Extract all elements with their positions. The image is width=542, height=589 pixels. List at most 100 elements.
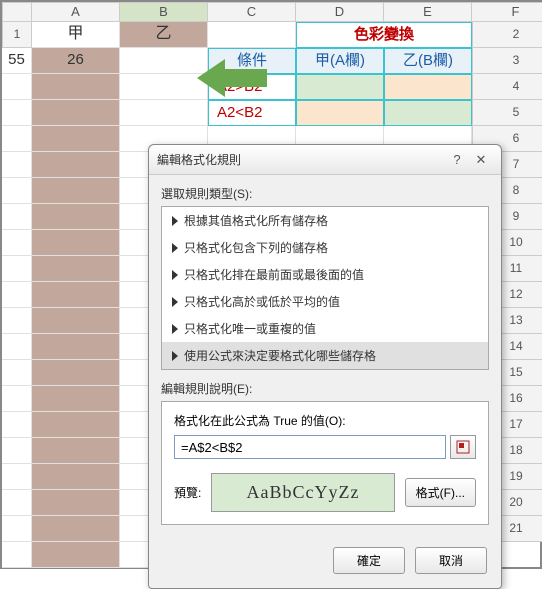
cell[interactable]: 乙(B欄) [384,48,472,74]
cell[interactable] [2,126,32,152]
rule-type-item[interactable]: 只格式化排在最前面或最後面的值 [162,261,488,288]
rule-type-label: 根據其值格式化所有儲存格 [184,212,328,229]
rule-type-label: 使用公式來決定要格式化哪些儲存格 [184,347,376,364]
col-E[interactable]: E [384,2,472,22]
cancel-button[interactable]: 取消 [415,547,487,574]
cell[interactable] [2,490,32,516]
cell[interactable]: 甲 [32,22,120,48]
cell[interactable] [2,516,32,542]
dialog-titlebar: 編輯格式化規則 ? ✕ [149,145,501,175]
rule-type-item[interactable]: 根據其值格式化所有儲存格 [162,207,488,234]
cell[interactable] [208,22,296,48]
cell[interactable] [2,100,32,126]
cell[interactable] [384,74,472,100]
cell[interactable] [2,412,32,438]
cell[interactable] [32,360,120,386]
preview-sample: AaBbCcYyZz [211,473,394,512]
rule-type-item[interactable]: 使用公式來決定要格式化哪些儲存格 [162,342,488,369]
cell[interactable] [2,438,32,464]
col-D[interactable]: D [296,2,384,22]
rule-type-item[interactable]: 只格式化唯一或重複的值 [162,315,488,342]
cell[interactable] [296,100,384,126]
cell[interactable] [120,74,208,100]
row-header[interactable]: 3 [472,48,542,74]
cell[interactable] [32,100,120,126]
cell[interactable] [2,386,32,412]
cell[interactable] [296,74,384,100]
rule-type-label: 只格式化唯一或重複的值 [184,320,316,337]
cell[interactable]: 甲(A欄) [296,48,384,74]
cell[interactable]: 色彩變換 [296,22,472,48]
range-selector-button[interactable] [450,435,476,459]
close-icon[interactable]: ✕ [469,152,493,168]
cell[interactable] [32,542,120,568]
cell[interactable]: 26 [32,48,120,74]
dialog-title: 編輯格式化規則 [157,151,445,168]
column-headers: A B C D E F [2,2,540,22]
triangle-icon [172,243,178,253]
cell[interactable] [32,282,120,308]
cell[interactable] [120,100,208,126]
cell[interactable] [2,152,32,178]
cell[interactable] [2,308,32,334]
cell[interactable] [2,230,32,256]
col-C[interactable]: C [208,2,296,22]
col-A[interactable]: A [32,2,120,22]
col-F[interactable]: F [472,2,542,22]
cell[interactable]: A2<B2 [208,100,296,126]
triangle-icon [172,270,178,280]
cell[interactable] [2,178,32,204]
rule-type-item[interactable]: 只格式化包含下列的儲存格 [162,234,488,261]
cell[interactable] [384,100,472,126]
cell[interactable] [32,308,120,334]
rule-type-item[interactable]: 只格式化高於或低於平均的值 [162,288,488,315]
cell[interactable] [2,360,32,386]
cell[interactable] [32,152,120,178]
cell[interactable]: 乙 [120,22,208,48]
cell[interactable] [120,48,208,74]
cell[interactable] [32,516,120,542]
cell[interactable] [2,74,32,100]
rule-edit-box: 格式化在此公式為 True 的值(O): 預覽: AaBbCcYyZz 格式(F… [161,401,489,525]
edit-format-rule-dialog: 編輯格式化規則 ? ✕ 選取規則類型(S): 根據其值格式化所有儲存格只格式化包… [148,144,502,589]
cell[interactable] [2,282,32,308]
cell[interactable] [32,334,120,360]
cell[interactable] [2,204,32,230]
row-header[interactable]: 2 [472,22,542,48]
row-header[interactable]: 1 [2,22,32,48]
formula-input[interactable] [174,435,446,459]
rule-type-label: 只格式化包含下列的儲存格 [184,239,328,256]
rule-type-label: 選取規則類型(S): [161,185,489,202]
arrow-icon [197,57,267,99]
rule-type-list[interactable]: 根據其值格式化所有儲存格只格式化包含下列的儲存格只格式化排在最前面或最後面的值只… [161,206,489,370]
cell[interactable] [32,178,120,204]
select-all-corner[interactable] [2,2,32,22]
cell[interactable] [32,230,120,256]
triangle-icon [172,297,178,307]
cell[interactable] [2,334,32,360]
cell[interactable] [32,386,120,412]
col-B[interactable]: B [120,2,208,22]
row-header[interactable]: 5 [472,100,542,126]
cell[interactable]: 55 [2,48,32,74]
row-header[interactable]: 4 [472,74,542,100]
cell[interactable] [2,464,32,490]
help-icon[interactable]: ? [445,152,469,167]
triangle-icon [172,324,178,334]
ok-button[interactable]: 確定 [333,547,405,574]
cell[interactable] [2,542,32,568]
cell[interactable] [32,438,120,464]
preview-label: 預覽: [174,484,201,501]
format-button[interactable]: 格式(F)... [405,478,476,507]
rule-type-label: 只格式化排在最前面或最後面的值 [184,266,364,283]
rule-type-label: 只格式化高於或低於平均的值 [184,293,340,310]
cell[interactable] [32,204,120,230]
cell[interactable] [2,256,32,282]
cell[interactable] [32,256,120,282]
triangle-icon [172,216,178,226]
cell[interactable] [32,490,120,516]
cell[interactable] [32,464,120,490]
cell[interactable] [32,126,120,152]
cell[interactable] [32,74,120,100]
cell[interactable] [32,412,120,438]
